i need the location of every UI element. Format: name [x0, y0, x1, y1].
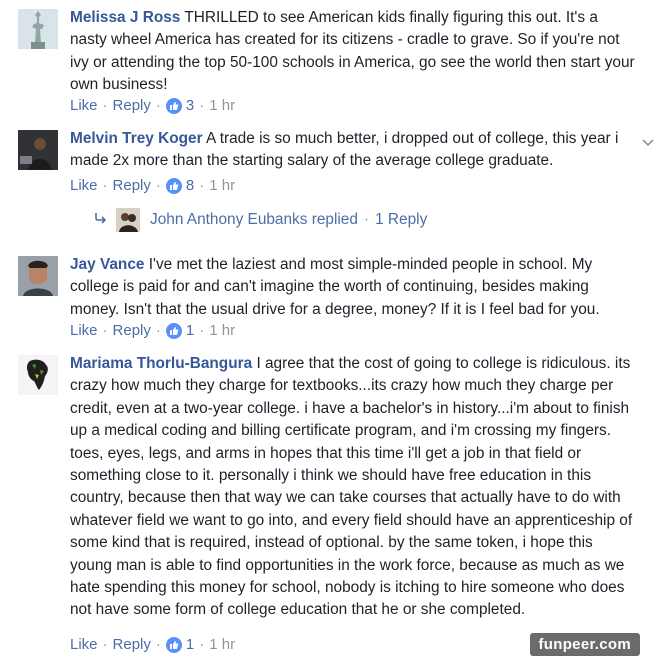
comment-body: Melissa J Ross THRILLED to see American …	[70, 7, 638, 97]
comment-actions: Like · Reply · 1 · 1 hr	[70, 636, 235, 653]
separator: ·	[102, 636, 108, 653]
watermark: funpeer.com	[529, 633, 640, 656]
chevron-down-icon[interactable]	[642, 136, 654, 150]
timestamp[interactable]: 1 hr	[209, 322, 235, 339]
reaction-count[interactable]: 3	[186, 97, 194, 114]
timestamp[interactable]: 1 hr	[209, 636, 235, 653]
separator: ·	[155, 322, 161, 339]
timestamp[interactable]: 1 hr	[209, 97, 235, 114]
comment-body: Melvin Trey Koger A trade is so much bet…	[70, 128, 638, 173]
reaction-count[interactable]: 1	[186, 322, 194, 339]
timestamp[interactable]: 1 hr	[209, 177, 235, 194]
separator: ·	[155, 636, 161, 653]
like-button[interactable]: Like	[70, 322, 98, 339]
comment-body: Jay Vance I've met the laziest and most …	[70, 254, 638, 321]
avatar	[116, 208, 140, 232]
avatar[interactable]	[18, 256, 58, 296]
thumbs-up-icon[interactable]	[165, 322, 182, 339]
separator: ·	[102, 97, 108, 114]
separator: ·	[199, 322, 205, 339]
separator: ·	[199, 636, 205, 653]
reaction-count[interactable]: 1	[186, 636, 194, 653]
separator: ·	[199, 97, 205, 114]
separator: ·	[363, 211, 370, 228]
like-button[interactable]: Like	[70, 636, 98, 653]
avatar[interactable]	[18, 355, 58, 395]
separator: ·	[199, 177, 205, 194]
reaction-count[interactable]: 8	[186, 177, 194, 194]
comment-text: I agree that the cost of going to colleg…	[70, 355, 633, 619]
replies-summary[interactable]: John Anthony Eubanks replied · 1 Reply	[94, 208, 427, 232]
comment-text: I've met the laziest and most simple-min…	[70, 256, 600, 318]
author-name[interactable]: Melissa J Ross	[70, 9, 180, 26]
author-name[interactable]: Melvin Trey Koger	[70, 130, 203, 147]
author-name[interactable]: Mariama Thorlu-Bangura	[70, 355, 252, 372]
avatar[interactable]	[18, 9, 58, 49]
comment-actions: Like · Reply · 1 · 1 hr	[70, 322, 235, 339]
comment-body: Mariama Thorlu-Bangura I agree that the …	[70, 353, 638, 622]
thumbs-up-icon[interactable]	[165, 177, 182, 194]
reply-button[interactable]: Reply	[113, 636, 151, 653]
separator: ·	[102, 177, 108, 194]
avatar[interactable]	[18, 130, 58, 170]
separator: ·	[102, 322, 108, 339]
separator: ·	[155, 97, 161, 114]
thumbs-up-icon[interactable]	[165, 97, 182, 114]
reply-button[interactable]: Reply	[113, 97, 151, 114]
thumbs-up-icon[interactable]	[165, 636, 182, 653]
reply-button[interactable]: Reply	[113, 322, 151, 339]
like-button[interactable]: Like	[70, 177, 98, 194]
reply-count-link[interactable]: 1 Reply	[375, 211, 427, 229]
reply-button[interactable]: Reply	[113, 177, 151, 194]
reply-author-text[interactable]: John Anthony Eubanks replied	[150, 211, 358, 229]
reply-arrow-icon	[94, 211, 108, 229]
comment-actions: Like · Reply · 8 · 1 hr	[70, 177, 235, 194]
author-name[interactable]: Jay Vance	[70, 256, 144, 273]
separator: ·	[155, 177, 161, 194]
like-button[interactable]: Like	[70, 97, 98, 114]
comment-actions: Like · Reply · 3 · 1 hr	[70, 97, 235, 114]
